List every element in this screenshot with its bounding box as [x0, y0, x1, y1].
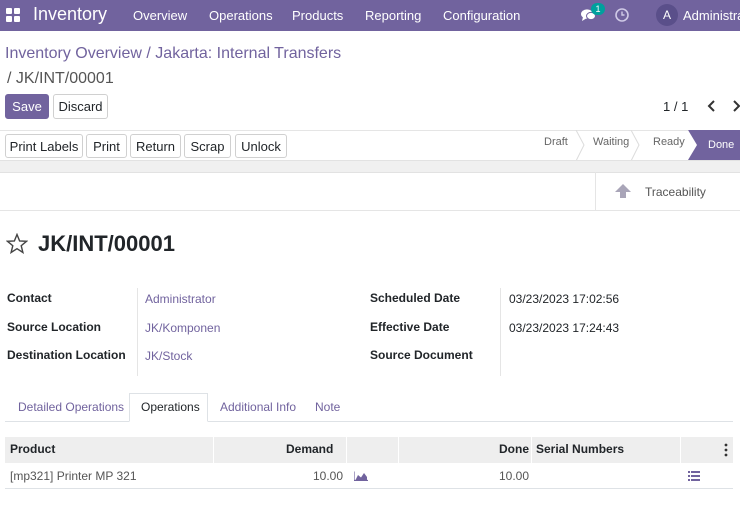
breadcrumb-current: / JK/INT/00001 — [7, 70, 114, 87]
field-divider — [137, 288, 138, 376]
print-button[interactable]: Print — [86, 134, 127, 158]
arrow-up-icon — [615, 184, 631, 198]
row-done[interactable]: 10.00 — [499, 469, 529, 483]
col-demand-header[interactable]: Demand — [286, 442, 333, 456]
avatar[interactable]: A — [656, 4, 678, 26]
star-icon[interactable] — [6, 233, 28, 254]
chevron-right-icon[interactable] — [730, 99, 740, 113]
source-location-field[interactable]: JK/Komponen — [145, 321, 220, 335]
breadcrumb-separator: / — [146, 45, 151, 62]
stage-waiting[interactable]: Waiting — [593, 136, 629, 148]
tabs-bar — [5, 421, 733, 422]
menu-products[interactable]: Products — [292, 8, 343, 23]
scheduled-date-label: Scheduled Date — [370, 291, 461, 305]
stage-draft[interactable]: Draft — [544, 136, 568, 148]
app-brand[interactable]: Inventory — [33, 4, 107, 25]
scrap-button[interactable]: Scrap — [184, 134, 231, 158]
stage-ready[interactable]: Ready — [653, 136, 685, 148]
top-navbar: Inventory Overview Operations Products R… — [0, 0, 740, 31]
activity-clock-icon[interactable] — [615, 8, 629, 22]
unlock-button[interactable]: Unlock — [235, 134, 287, 158]
save-button[interactable]: Save — [5, 94, 49, 119]
tab-operations[interactable]: Operations — [141, 400, 200, 414]
traceability-label: Traceability — [645, 185, 706, 199]
menu-overview[interactable]: Overview — [133, 8, 187, 23]
tab-additional-info[interactable]: Additional Info — [220, 400, 296, 414]
chat-badge: 1 — [591, 3, 605, 15]
effective-date-field[interactable]: 03/23/2023 17:24:43 — [509, 321, 619, 335]
source-document-label: Source Document — [370, 348, 473, 362]
sheet-divider — [0, 210, 740, 211]
discard-button[interactable]: Discard — [53, 94, 108, 119]
return-button[interactable]: Return — [130, 134, 181, 158]
breadcrumb: Inventory Overview / Jakarta: Internal T… — [5, 45, 341, 63]
col-product-header[interactable]: Product — [10, 442, 55, 456]
column-options-icon[interactable] — [724, 443, 728, 457]
field-divider-right — [500, 288, 501, 376]
row-product[interactable]: [mp321] Printer MP 321 — [10, 469, 137, 483]
col-serial-numbers-header[interactable]: Serial Numbers — [536, 442, 624, 456]
user-name[interactable]: Administrat — [683, 8, 740, 23]
apps-menu-icon[interactable] — [6, 8, 20, 22]
header-divider — [213, 437, 214, 463]
header-divider — [680, 437, 681, 463]
header-divider — [531, 437, 532, 463]
menu-reporting[interactable]: Reporting — [365, 8, 421, 23]
chevron-left-icon[interactable] — [706, 99, 718, 113]
row-demand[interactable]: 10.00 — [313, 469, 343, 483]
pager-value[interactable]: 1 / 1 — [663, 99, 688, 114]
stage-done-label: Done — [708, 139, 735, 151]
header-divider — [398, 437, 399, 463]
contact-label: Contact — [7, 291, 52, 305]
detailed-operations-list-icon[interactable] — [688, 471, 700, 481]
scheduled-date-field[interactable]: 03/23/2023 17:02:56 — [509, 292, 619, 306]
stage-done[interactable]: Done — [688, 130, 740, 160]
menu-operations[interactable]: Operations — [209, 8, 273, 23]
tab-detailed-operations[interactable]: Detailed Operations — [18, 400, 124, 414]
page-title: JK/INT/00001 — [38, 231, 175, 256]
destination-location-label: Destination Location — [7, 348, 126, 362]
menu-configuration[interactable]: Configuration — [443, 8, 520, 23]
destination-location-field[interactable]: JK/Stock — [145, 349, 192, 363]
forecast-chart-icon[interactable] — [354, 471, 368, 481]
tab-note[interactable]: Note — [315, 400, 340, 414]
print-labels-button[interactable]: Print Labels — [5, 134, 83, 158]
header-divider — [346, 437, 347, 463]
breadcrumb-internal-transfers[interactable]: Jakarta: Internal Transfers — [155, 45, 341, 62]
col-done-header[interactable]: Done — [499, 442, 529, 456]
breadcrumb-inventory-overview[interactable]: Inventory Overview — [5, 45, 142, 62]
traceability-button[interactable]: Traceability — [595, 172, 740, 210]
contact-field[interactable]: Administrator — [145, 292, 216, 306]
effective-date-label: Effective Date — [370, 320, 450, 334]
source-location-label: Source Location — [7, 320, 102, 334]
